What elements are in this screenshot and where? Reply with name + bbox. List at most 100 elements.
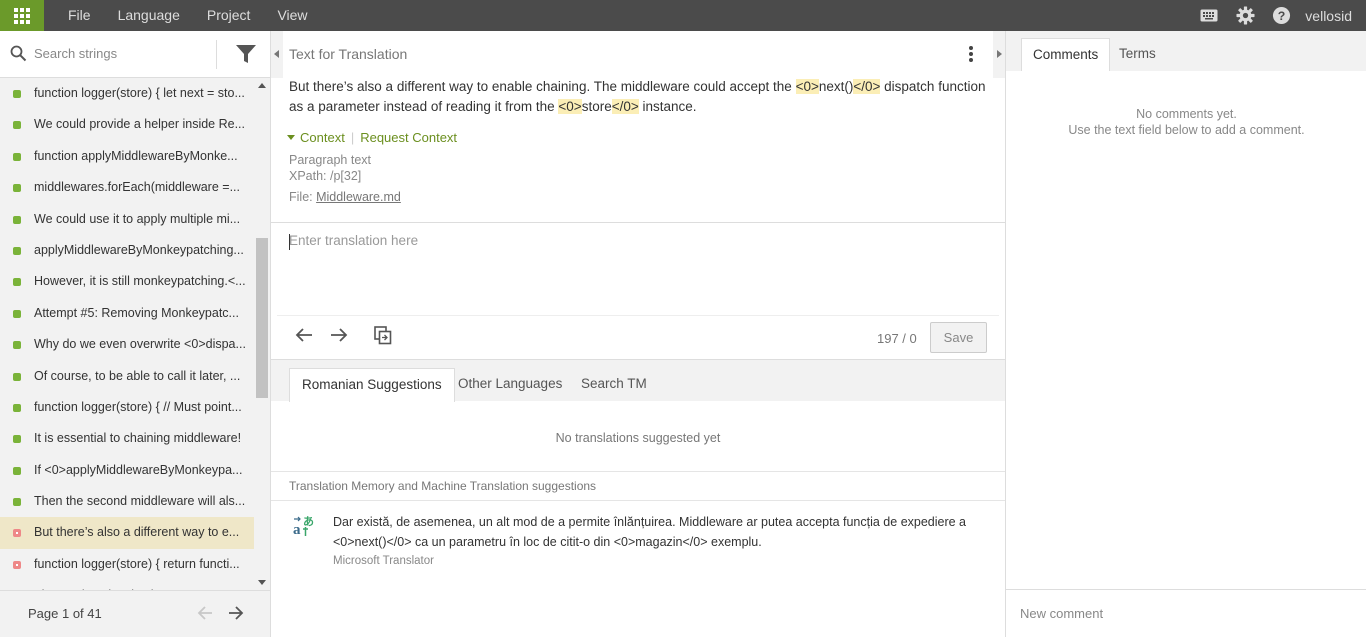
copy-source-icon[interactable] [374, 326, 392, 348]
string-row-text: function logger(store) { // Must point..… [34, 399, 242, 414]
menu-project[interactable]: Project [197, 0, 261, 31]
string-row[interactable]: Why do we even overwrite <0>dispa... [0, 329, 254, 360]
string-row[interactable]: If <0>applyMiddlewareByMonkeypa... [0, 455, 254, 486]
tab-romanian-suggestions[interactable]: Romanian Suggestions [289, 368, 455, 402]
arrow-right-icon[interactable] [330, 327, 348, 346]
request-context-link[interactable]: Request Context [360, 130, 457, 145]
string-row-text: However, it is still monkeypatching.<... [34, 274, 246, 289]
tab-search-tm[interactable]: Search TM [569, 368, 659, 402]
prev-page-icon[interactable] [197, 605, 213, 624]
no-suggestions-message: No translations suggested yet [555, 431, 721, 445]
settings-gear-icon[interactable] [1227, 0, 1263, 31]
menu-file[interactable]: File [58, 0, 101, 31]
string-row[interactable]: We could use it to apply multiple mi... [0, 204, 254, 235]
string-row-text: But there’s also a different way to e... [34, 525, 240, 540]
next-page-icon[interactable] [228, 605, 244, 624]
string-row[interactable]: We could provide a helper inside Re... [0, 109, 254, 140]
string-row[interactable]: Of course, to be able to call it later, … [0, 361, 254, 392]
string-row[interactable]: Then the second middleware will als... [0, 486, 254, 517]
source-segment: instance. [638, 98, 697, 114]
scroll-thumb[interactable] [256, 238, 268, 398]
tm-header: Translation Memory and Machine Translati… [271, 471, 1005, 501]
no-comments-line1: No comments yet. [1136, 107, 1237, 121]
new-comment-placeholder: New comment [1020, 606, 1104, 621]
strings-sidebar: Search strings function logger(store) { … [0, 31, 271, 637]
svg-text:a: a [293, 522, 301, 538]
string-row-text: We could use it to apply multiple mi... [34, 211, 241, 226]
string-row-text: We could provide a helper inside Re... [34, 117, 245, 132]
string-row[interactable]: function logger(store) { let next = sto.… [0, 78, 254, 109]
no-comments-line2: Use the text field below to add a commen… [1068, 123, 1305, 137]
page-indicator: Page 1 of 41 [28, 606, 102, 621]
translated-status-icon [13, 372, 21, 381]
comments-panel: Comments Terms No comments yet. Use the … [1005, 31, 1366, 637]
scroll-up-arrow[interactable] [258, 83, 266, 88]
untranslated-status-icon [13, 529, 21, 538]
save-button[interactable]: Save [930, 322, 987, 353]
arrow-left-icon[interactable] [295, 327, 313, 346]
source-tag[interactable]: </0> [611, 98, 639, 114]
string-row[interactable]: But there’s also a different way to e... [0, 517, 254, 549]
file-link[interactable]: Middleware.md [316, 190, 401, 204]
context-divider: | [350, 130, 355, 145]
xpath: XPath: /p[32] [289, 169, 362, 183]
kebab-menu-icon[interactable] [969, 46, 973, 64]
collapse-right-button[interactable] [993, 31, 1005, 78]
editor-title: Text for Translation [289, 46, 408, 62]
search-input[interactable]: Search strings [34, 46, 117, 61]
source-tag[interactable]: <0> [558, 98, 582, 114]
string-row-text: Of course, to be able to call it later, … [34, 368, 241, 383]
filter-icon[interactable] [236, 45, 256, 66]
string-row-text: Why do we even overwrite <0>dispa... [34, 337, 246, 352]
tab-terms[interactable]: Terms [1108, 38, 1167, 71]
mt-suggestion[interactable]: Dar există, de asemenea, un alt mod de a… [333, 513, 983, 552]
context-toggle-icon[interactable] [287, 135, 295, 140]
string-row[interactable]: middlewares.forEach(middleware =... [0, 172, 254, 203]
string-row-text: function logger(store) { let next = sto.… [34, 86, 245, 100]
string-row[interactable]: Ideas & (previously: the core .. [0, 580, 254, 590]
tm-header-label: Translation Memory and Machine Translati… [289, 479, 597, 493]
search-divider [216, 40, 217, 69]
translated-status-icon [13, 403, 21, 412]
translated-status-icon [13, 435, 21, 444]
tab-comments[interactable]: Comments [1021, 38, 1111, 71]
translated-status-icon [13, 341, 21, 350]
string-row[interactable]: It is essential to chaining middleware! [0, 423, 254, 454]
source-tag[interactable]: <0> [795, 79, 819, 94]
editor-toolbar-divider [277, 315, 999, 316]
source-text: But there’s also a different way to enab… [289, 77, 989, 116]
scroll-down-arrow[interactable] [258, 580, 266, 585]
string-row-text: middlewares.forEach(middleware =... [34, 180, 240, 195]
menu-language[interactable]: Language [108, 0, 190, 31]
collapse-left-button[interactable] [271, 31, 283, 78]
source-tag[interactable]: </0> [853, 79, 881, 94]
svg-text:?: ? [1278, 9, 1286, 23]
string-row[interactable]: Attempt #5: Removing Monkeypatc... [0, 298, 254, 329]
strings-scrollbar[interactable] [254, 78, 270, 590]
menu-view[interactable]: View [267, 0, 317, 31]
string-row-text: If <0>applyMiddlewareByMonkeypa... [34, 462, 243, 477]
suggestion-tabs: Romanian Suggestions Other Languages Sea… [271, 359, 1005, 402]
keyboard-icon[interactable] [1191, 0, 1227, 31]
help-icon[interactable]: ? [1263, 0, 1299, 31]
file-row: File: Middleware.md [289, 189, 401, 205]
top-right-actions: ? vellosid [1191, 0, 1366, 31]
apps-menu-button[interactable] [0, 0, 44, 31]
string-row[interactable]: function logger(store) { return functi..… [0, 549, 254, 580]
context-meta: Paragraph text XPath: /p[32] File: Middl… [289, 152, 401, 205]
untranslated-status-icon [13, 560, 21, 569]
string-row-text: applyMiddlewareByMonkeypatching... [34, 242, 244, 257]
string-row[interactable]: function logger(store) { // Must point..… [0, 392, 254, 423]
string-row-text: Ideas & (previously: the core .. [34, 580, 246, 590]
context-toggle[interactable]: Context [300, 130, 345, 145]
translation-editor: Text for Translation But there’s also a … [271, 31, 1005, 637]
mt-source: Microsoft Translator [333, 555, 434, 567]
username[interactable]: vellosid [1299, 8, 1366, 24]
tab-other-languages[interactable]: Other Languages [446, 368, 574, 402]
string-row[interactable]: applyMiddlewareByMonkeypatching... [0, 235, 254, 266]
string-row[interactable]: However, it is still monkeypatching.<... [0, 266, 254, 297]
string-row[interactable]: function applyMiddlewareByMonke... [0, 141, 254, 172]
translated-status-icon [13, 152, 21, 161]
translation-input[interactable]: Enter translation here [289, 233, 418, 248]
new-comment-input[interactable]: New comment [1006, 589, 1366, 637]
